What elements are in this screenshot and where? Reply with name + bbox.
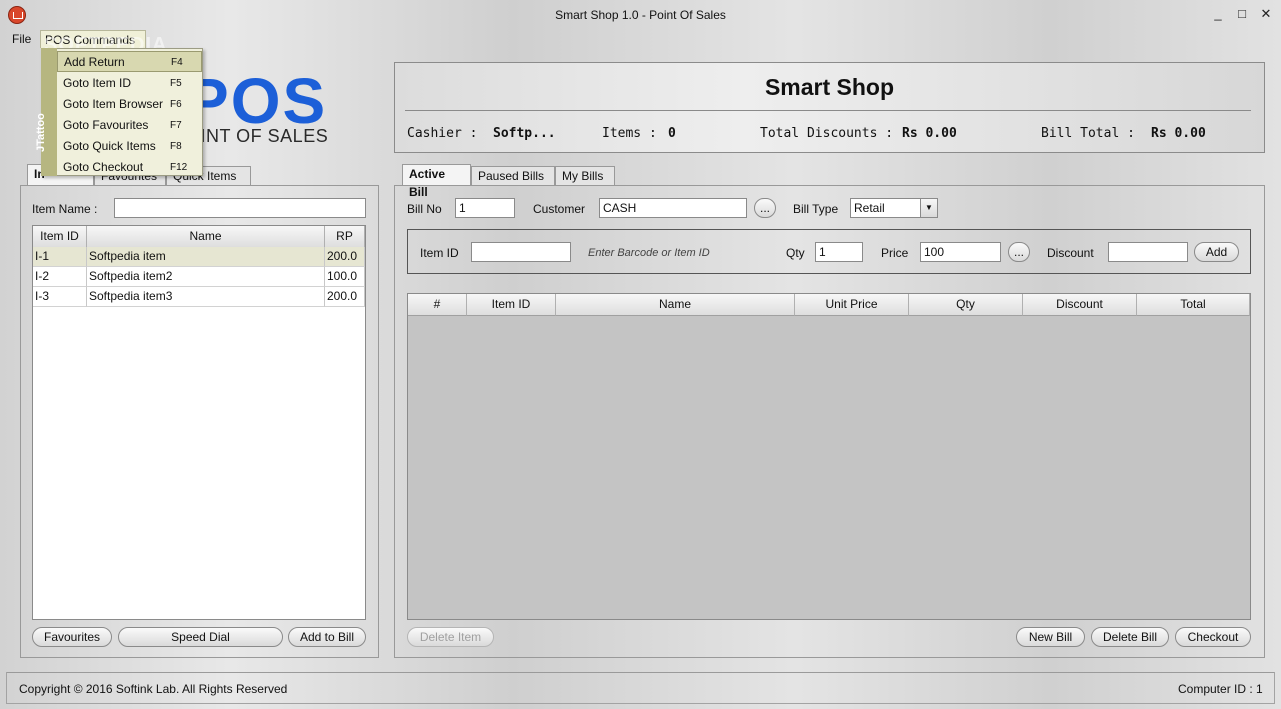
menu-item-label: Add Return bbox=[64, 55, 125, 69]
menu-item-shortcut: F12 bbox=[170, 162, 188, 173]
bill-items-table bbox=[407, 293, 1251, 620]
menu-item-shortcut: F7 bbox=[170, 120, 182, 131]
delete-bill-button[interactable]: Delete Bill bbox=[1091, 627, 1169, 647]
price-input[interactable]: 100 bbox=[920, 242, 1001, 262]
bill-type-label: Bill Type bbox=[793, 202, 839, 216]
menu-item-label: Goto Favourites bbox=[63, 118, 149, 132]
bill-type-value: Retail bbox=[854, 201, 885, 215]
menu-item-shortcut: F6 bbox=[170, 99, 182, 110]
qty-input[interactable]: 1 bbox=[815, 242, 863, 262]
total-discounts-value: Rs 0.00 bbox=[902, 126, 957, 141]
theme-label: JTattoo bbox=[35, 113, 47, 152]
menu-item-label: Goto Checkout bbox=[63, 160, 144, 174]
item-name-search-input[interactable] bbox=[114, 198, 366, 218]
menu-item-goto-checkout[interactable]: Goto Checkout F12 bbox=[57, 157, 202, 178]
menu-item-label: Goto Item Browser bbox=[63, 97, 164, 111]
bill-no-label: Bill No bbox=[407, 202, 442, 216]
menu-item-goto-favourites[interactable]: Goto Favourites F7 bbox=[57, 115, 202, 136]
delete-item-button[interactable]: Delete Item bbox=[407, 627, 494, 647]
cell-item-id: I-1 bbox=[33, 247, 87, 267]
cashier-label: Cashier : bbox=[407, 126, 478, 141]
shop-title: Smart Shop bbox=[764, 74, 895, 100]
column-header-name[interactable]: Name bbox=[87, 226, 325, 248]
speed-dial-button[interactable]: Speed Dial bbox=[118, 627, 283, 647]
customer-field[interactable]: CASH bbox=[599, 198, 747, 218]
tab-my-bills[interactable]: My Bills bbox=[555, 166, 615, 186]
new-bill-button[interactable]: New Bill bbox=[1016, 627, 1085, 647]
logo-subtitle: OINT OF SALES bbox=[186, 126, 329, 146]
tab-paused-bills[interactable]: Paused Bills bbox=[471, 166, 555, 186]
item-id-input[interactable] bbox=[471, 242, 571, 262]
discount-input[interactable] bbox=[1108, 242, 1188, 262]
menu-item-goto-quick-items[interactable]: Goto Quick Items F8 bbox=[57, 136, 202, 157]
customer-label: Customer bbox=[533, 202, 586, 216]
close-icon[interactable]: ✕ bbox=[1258, 6, 1274, 22]
cell-item-id: I-2 bbox=[33, 267, 87, 287]
computer-id-text: Computer ID : 1 bbox=[1178, 682, 1263, 696]
items-value: 0 bbox=[668, 126, 676, 141]
cell-item-name: Softpedia item2 bbox=[87, 267, 325, 287]
cell-item-id: I-3 bbox=[33, 287, 87, 307]
maximize-icon[interactable]: □ bbox=[1234, 6, 1250, 22]
cell-item-rp: 200.0 bbox=[325, 247, 365, 267]
add-to-bill-button[interactable]: Add to Bill bbox=[288, 627, 366, 647]
column-header-number[interactable]: # bbox=[408, 294, 467, 316]
bill-total-value: Rs 0.00 bbox=[1151, 126, 1206, 141]
favourites-button[interactable]: Favourites bbox=[32, 627, 112, 647]
menu-item-label: Goto Quick Items bbox=[63, 139, 156, 153]
theme-strip bbox=[41, 48, 57, 176]
column-header-rp[interactable]: RP bbox=[325, 226, 365, 248]
menu-item-shortcut: F8 bbox=[170, 141, 182, 152]
cashier-value: Softp... bbox=[493, 126, 556, 141]
menu-file[interactable]: File bbox=[8, 30, 35, 48]
checkout-button[interactable]: Checkout bbox=[1175, 627, 1251, 647]
chevron-down-icon[interactable]: ▼ bbox=[920, 199, 937, 217]
price-label: Price bbox=[881, 246, 909, 260]
minimize-icon[interactable]: _ bbox=[1210, 6, 1226, 22]
column-header-qty[interactable]: Qty bbox=[909, 294, 1023, 316]
menu-item-add-return[interactable]: Add Return F4 bbox=[57, 51, 202, 72]
cell-item-rp: 100.0 bbox=[325, 267, 365, 287]
item-id-label: Item ID bbox=[420, 246, 459, 260]
column-header-total[interactable]: Total bbox=[1137, 294, 1250, 316]
cell-item-rp: 200.0 bbox=[325, 287, 365, 307]
header-divider bbox=[405, 110, 1251, 111]
item-name-label: Item Name : bbox=[32, 202, 98, 216]
menu-item-shortcut: F4 bbox=[171, 57, 183, 68]
cell-item-name: Softpedia item3 bbox=[87, 287, 325, 307]
price-browse-button[interactable]: ... bbox=[1008, 242, 1030, 262]
copyright-text: Copyright © 2016 Softink Lab. All Rights… bbox=[19, 682, 288, 696]
qty-label: Qty bbox=[786, 246, 805, 260]
menu-item-goto-item-browser[interactable]: Goto Item Browser F6 bbox=[57, 94, 202, 115]
add-item-button[interactable]: Add bbox=[1194, 242, 1239, 262]
bill-total-label: Bill Total : bbox=[1041, 126, 1135, 141]
column-header-item-id[interactable]: Item ID bbox=[33, 226, 87, 248]
cell-item-name: Softpedia item bbox=[87, 247, 325, 267]
item-id-hint: Enter Barcode or Item ID bbox=[588, 247, 710, 259]
column-header-discount[interactable]: Discount bbox=[1023, 294, 1137, 316]
menu-item-shortcut: F5 bbox=[170, 78, 182, 89]
total-discounts-label: Total Discounts : bbox=[760, 126, 894, 141]
column-header-name[interactable]: Name bbox=[556, 294, 795, 316]
items-label: Items : bbox=[602, 126, 657, 141]
column-header-item-id[interactable]: Item ID bbox=[467, 294, 556, 316]
discount-label: Discount bbox=[1047, 246, 1094, 260]
customer-browse-button[interactable]: ... bbox=[754, 198, 776, 218]
window-title: Smart Shop 1.0 - Point Of Sales bbox=[555, 8, 726, 22]
menu-item-label: Goto Item ID bbox=[63, 76, 132, 90]
menu-item-goto-item-id[interactable]: Goto Item ID F5 bbox=[57, 73, 202, 94]
bill-type-select[interactable]: Retail ▼ bbox=[850, 198, 938, 218]
menu-bar bbox=[0, 30, 1281, 48]
column-header-unit-price[interactable]: Unit Price bbox=[795, 294, 909, 316]
bill-no-field[interactable]: 1 bbox=[455, 198, 515, 218]
tab-active-bill[interactable]: Active Bill bbox=[402, 164, 471, 199]
